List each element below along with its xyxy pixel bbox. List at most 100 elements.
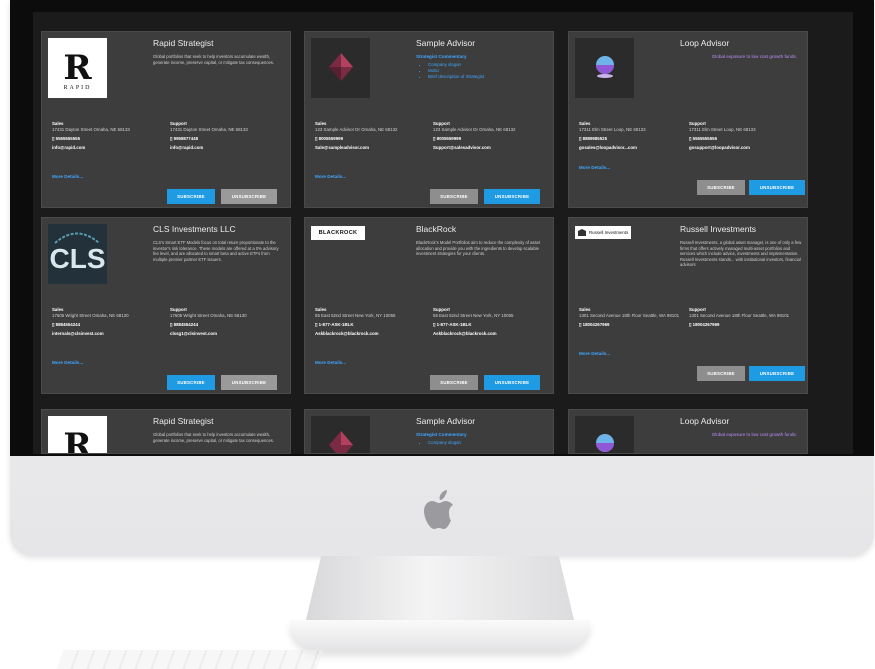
unsubscribe-button[interactable]: UNSUBSCRIBE — [484, 375, 540, 390]
support-phone[interactable]: ▯ 8884554244 — [170, 322, 280, 328]
strategist-commentary-heading: Strategist Commentary — [416, 54, 467, 59]
card-description: Global portfolios that seek to help inve… — [153, 432, 275, 443]
card-title: Loop Advisor — [680, 38, 730, 48]
support-contact: Support 55 East 52nd Street New York, NY… — [433, 307, 543, 336]
sales-phone[interactable]: ▯ 5555555555 — [52, 136, 162, 142]
loop-advisor-logo — [575, 38, 634, 98]
keyboard — [56, 650, 324, 669]
sales-email[interactable]: Sale@sampleadvisor.com — [315, 145, 425, 151]
sales-phone[interactable]: ▯ 18004267969 — [579, 322, 689, 328]
subscribe-button[interactable]: SUBSCRIBE — [697, 366, 745, 381]
sales-email[interactable]: Askblackrock@blackrock.com — [315, 331, 425, 337]
unsubscribe-button[interactable]: UNSUBSCRIBE — [221, 189, 277, 204]
subscribe-button[interactable]: SUBSCRIBE — [167, 189, 215, 204]
card-description: Russell Investments, a global asset mana… — [680, 240, 802, 268]
sales-phone[interactable]: ▯ 8884554244 — [52, 322, 162, 328]
sales-contact: Sales 55 East 52nd Street New York, NY 1… — [315, 307, 425, 336]
loop-globe-icon — [595, 434, 614, 452]
diamond-logo-icon — [328, 53, 353, 81]
sales-address: 1301 Second Avenue 18th Floor Seattle, W… — [579, 312, 680, 318]
card-description: BlackRock's Model Portfolios aim to redu… — [416, 240, 541, 257]
strategist-card-sample-advisor-repeat: Sample Advisor Strategist Commentary Com… — [304, 409, 554, 454]
loop-advisor-logo — [575, 416, 634, 453]
list-item: Company slogan — [428, 440, 461, 446]
subscribe-button[interactable]: SUBSCRIBE — [430, 189, 478, 204]
more-details-link[interactable]: More Details... — [579, 165, 610, 170]
more-details-link[interactable]: More Details... — [315, 360, 346, 365]
sales-email[interactable]: internals@clsinvest.com — [52, 331, 162, 337]
sales-phone[interactable]: ▯ 1-877-ASK-1BLK — [315, 322, 425, 328]
card-title: Sample Advisor — [416, 38, 476, 48]
support-contact: Support 17431 Dayton Street Omaha, NE 68… — [170, 121, 280, 150]
unsubscribe-button[interactable]: UNSUBSCRIBE — [221, 375, 277, 390]
unsubscribe-button[interactable]: UNSUBSCRIBE — [749, 180, 805, 195]
sales-phone[interactable]: ▯ 8005559999 — [315, 136, 425, 142]
cls-logo-text: CLS — [49, 243, 106, 274]
monitor-scene: R RAPID Rapid Strategist Global portfoli… — [0, 0, 875, 669]
support-phone[interactable]: ▯ 1-877-ASK-1BLK — [433, 322, 543, 328]
strategist-commentary-heading: Strategist Commentary — [416, 432, 467, 437]
support-address: 1301 Second Avenue 18th Floor Seattle, W… — [689, 312, 790, 318]
support-contact: Support 1301 Second Avenue 18th Floor Se… — [689, 307, 799, 328]
more-details-link[interactable]: More Details... — [315, 174, 346, 179]
sample-advisor-logo — [311, 416, 370, 453]
support-contact: Support 17311 Elm Street Loop, NE 68133 … — [689, 121, 799, 150]
support-phone[interactable]: ▯ 18004267969 — [689, 322, 799, 328]
sales-email[interactable]: gosales@loopadvisor...com — [579, 145, 689, 151]
sales-address: 55 East 52nd Street New York, NY 10055 — [315, 312, 396, 318]
monitor-stand — [305, 556, 575, 624]
support-email[interactable]: clssg1@clsinvest.com — [170, 331, 280, 337]
strategist-card-russell: Russell Investments Russell Investments … — [568, 217, 808, 394]
card-description: CLS's Smart ETF Models focus on total re… — [153, 240, 279, 262]
more-details-link[interactable]: More Details... — [52, 360, 83, 365]
more-details-link[interactable]: More Details... — [579, 351, 610, 356]
support-phone[interactable]: ▯ 9958877448 — [170, 136, 280, 142]
sales-email[interactable]: info@rapid.com — [52, 145, 162, 151]
support-email[interactable]: Askblackrock@blackrock.com — [433, 331, 543, 337]
support-contact: Support 123 Sample Advisor Dr Omaha, NE … — [433, 121, 543, 150]
sample-advisor-logo — [311, 38, 370, 98]
support-email[interactable]: gosupport@loopadvisor.com — [689, 145, 799, 151]
subscribe-button[interactable]: SUBSCRIBE — [697, 180, 745, 195]
support-email[interactable]: Support@salesadvisor.com — [433, 145, 543, 151]
support-address: 17311 Elm Street Loop, NE 68133 — [689, 126, 756, 132]
strategist-card-rapid: R RAPID Rapid Strategist Global portfoli… — [41, 31, 291, 208]
rapid-r-icon: R — [63, 48, 92, 88]
support-phone[interactable]: ▯ 8005559999 — [433, 136, 543, 142]
subscribe-button[interactable]: SUBSCRIBE — [430, 375, 478, 390]
card-title: Loop Advisor — [680, 416, 730, 426]
apple-logo-icon — [424, 490, 453, 529]
russell-logo: Russell Investments — [575, 226, 631, 239]
strategist-card-cls: CLS CLS Investments LLC CLS's Smart ETF … — [41, 217, 291, 394]
strategist-card-loop-advisor: Loop Advisor Global exposure to low cost… — [568, 31, 808, 208]
card-tagline: Global exposure to low cost growth funds… — [711, 54, 797, 59]
strategist-card-blackrock: BLACKROCK BlackRock BlackRock's Model Po… — [304, 217, 554, 394]
card-title: Sample Advisor — [416, 416, 476, 426]
cls-arc-icon — [54, 232, 100, 244]
support-phone[interactable]: ▯ 5555555555 — [689, 136, 799, 142]
subscribe-button[interactable]: SUBSCRIBE — [167, 375, 215, 390]
monitor-stand-base — [290, 620, 590, 650]
diamond-logo-icon — [328, 431, 353, 453]
card-title: Rapid Strategist — [153, 38, 214, 48]
card-title: Rapid Strategist — [153, 416, 214, 426]
card-title: BlackRock — [416, 224, 457, 234]
support-address: 123 Sample Advisor Dr Omaha, NE 68132 — [433, 126, 516, 132]
card-tagline: Global exposure to low cost growth funds… — [711, 432, 797, 437]
sales-address: 17311 Elm Street Loop, NE 68133 — [579, 126, 646, 132]
support-email[interactable]: info@rapid.com — [170, 145, 280, 151]
sales-contact: Sales 17431 Dayton Street Omaha, NE 6813… — [52, 121, 162, 150]
support-address: 17605 Wright Street Omaha, NE 68130 — [170, 312, 247, 318]
sales-address: 17431 Dayton Street Omaha, NE 68133 — [52, 126, 130, 132]
sales-address: 123 Sample Advisor Dr Omaha, NE 68132 — [315, 126, 398, 132]
sales-phone[interactable]: ▯ 8889985525 — [579, 136, 689, 142]
rapid-logo: R RAPID — [48, 38, 107, 98]
sales-contact: Sales 123 Sample Advisor Dr Omaha, NE 68… — [315, 121, 425, 150]
sales-contact: Sales 17605 Wright Street Omaha, NE 6813… — [52, 307, 162, 336]
card-title: Russell Investments — [680, 224, 757, 234]
unsubscribe-button[interactable]: UNSUBSCRIBE — [749, 366, 805, 381]
unsubscribe-button[interactable]: UNSUBSCRIBE — [484, 189, 540, 204]
loop-globe-icon — [595, 56, 614, 78]
commentary-list: Company slogan Motto Brief description o… — [423, 62, 484, 80]
more-details-link[interactable]: More Details... — [52, 174, 83, 179]
